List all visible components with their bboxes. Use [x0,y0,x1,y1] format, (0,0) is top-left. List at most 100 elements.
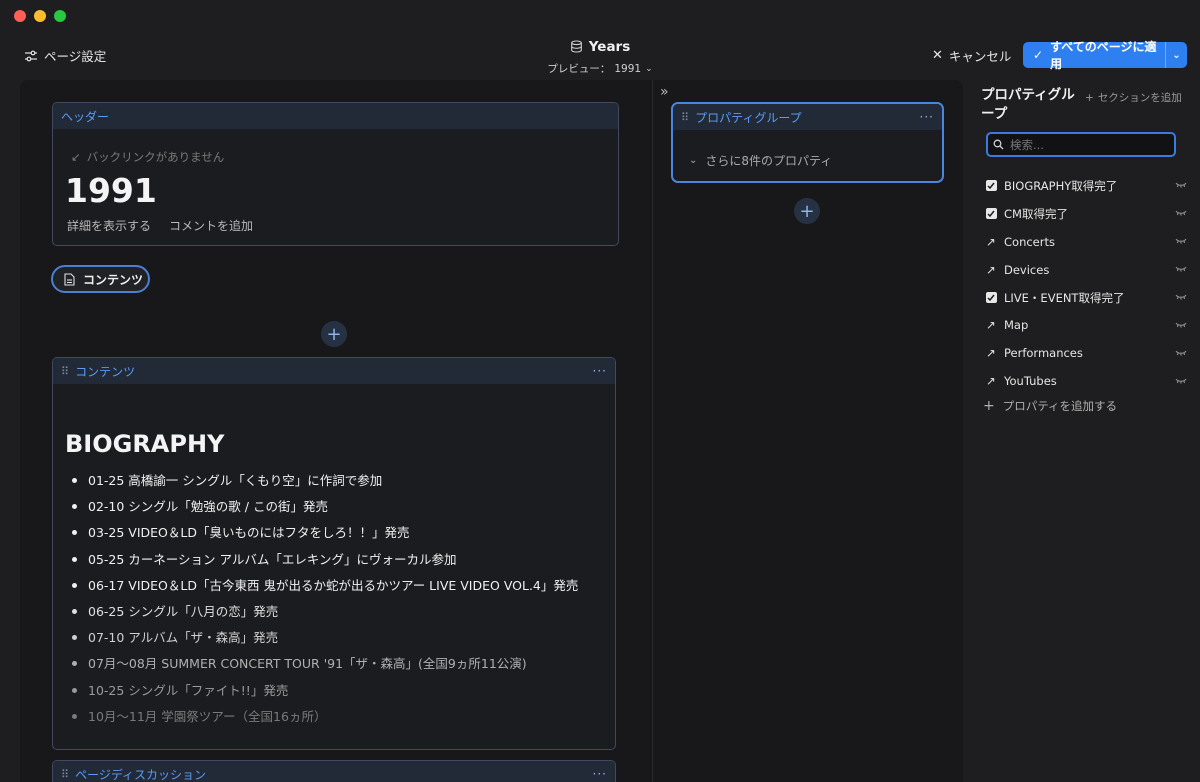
property-search [986,132,1176,157]
property-item[interactable]: ↗ Devices [983,256,1187,284]
cancel-button[interactable]: ✕ キャンセル [932,46,1011,65]
eye-closed-icon[interactable] [1175,236,1187,247]
biography-item: 02-10 シングル「勉強の歌 / この街」発売 [65,494,605,520]
property-item[interactable]: ↗ Map [983,311,1187,339]
check-icon: ✓ [1033,48,1044,62]
close-window-button[interactable] [14,10,26,22]
add-section-button[interactable]: + セクションを追加 [1085,90,1182,105]
chevron-down-icon: ⌄ [689,155,698,166]
database-icon [570,40,582,53]
drag-handle-icon[interactable]: ⠿ [681,111,689,124]
page-settings-button[interactable]: ページ設定 [24,46,106,65]
biography-item: 03-25 VIDEO＆LD「臭いものにはフタをしろ！！」発売 [65,520,605,546]
backlink-info: ↙ バックリンクがありません [71,149,224,165]
more-properties-toggle[interactable]: ⌄ さらに8件のプロパティ [689,152,832,169]
properties-sidebar: プロパティグループ + セクションを追加 BIOGRAPHY取得完了 CM取得完了… [963,80,1200,782]
title-bar [0,0,1200,30]
eye-closed-icon[interactable] [1175,264,1187,275]
apply-options-dropdown[interactable]: ⌄ [1165,42,1187,68]
plus-icon: + [326,323,342,345]
eye-closed-icon[interactable] [1175,208,1187,219]
plus-icon: + [983,398,995,414]
add-property-button[interactable]: + プロパティを追加する [983,398,1117,414]
biography-heading: BIOGRAPHY [65,430,225,458]
drag-handle-icon[interactable]: ⠿ [61,768,69,781]
drag-handle-icon[interactable]: ⠿ [61,365,69,378]
add-block-button[interactable]: + [321,321,347,347]
plus-icon: + [1085,91,1094,104]
apply-label: すべてのページに適用 [1050,40,1157,71]
property-group-card[interactable]: ⠿ プロパティグループ ··· ⌄ さらに8件のプロパティ [671,102,944,183]
apply-button-group: ✓ すべてのページに適用 ⌄ [1023,40,1187,71]
more-options-icon[interactable]: ··· [593,767,607,781]
property-name: Devices [1004,262,1050,277]
add-property-group-button[interactable]: + [794,198,820,224]
discussion-card[interactable]: ⠿ ページディスカッション ··· [52,760,616,782]
show-details-link[interactable]: 詳細を表示する [67,217,151,234]
chevron-down-icon: ⌄ [1172,49,1181,61]
content-tab-label: コンテンツ [83,272,144,287]
column-divider [652,80,653,782]
zoom-window-button[interactable] [54,10,66,22]
relation-arrow-icon: ↗ [986,234,996,249]
eye-closed-icon[interactable] [1175,348,1187,359]
eye-closed-icon[interactable] [1175,320,1187,331]
page-title: 1991 [65,171,157,210]
header-actions: 詳細を表示する コメントを追加 [67,217,253,234]
header-card[interactable]: ヘッダー ↙ バックリンクがありません 1991 詳細を表示する コメントを追加 [52,102,619,246]
more-properties-label: さらに8件のプロパティ [705,154,833,168]
discussion-card-head: ⠿ ページディスカッション ··· [53,761,615,782]
cancel-label: キャンセル [948,49,1012,64]
discussion-card-label: ページディスカッション [75,767,206,782]
biography-item: 10-25 シングル「ファイト!!」発売 [65,678,605,704]
contents-card[interactable]: ⠿ コンテンツ ··· BIOGRAPHY 01-25 高橋諭一 シングル「くも… [52,357,616,750]
search-input[interactable] [1010,137,1170,152]
more-options-icon[interactable]: ··· [920,110,934,124]
property-name: Concerts [1004,234,1055,249]
backlink-text: バックリンクがありません [86,150,225,164]
biography-list: 01-25 高橋諭一 シングル「くもり空」に作詞で参加 02-10 シングル「勉強… [65,468,605,730]
property-group-label: プロパティグループ [695,110,802,125]
preview-value: 1991 [614,62,642,75]
eye-closed-icon[interactable] [1175,292,1187,303]
property-item[interactable]: BIOGRAPHY取得完了 [983,172,1187,200]
property-name: Performances [1004,346,1083,361]
preview-selector[interactable]: プレビュー： 1991 ⌄ [500,61,700,76]
property-item[interactable]: ↗ Performances [983,339,1187,367]
layout-canvas: ヘッダー ↙ バックリンクがありません 1991 詳細を表示する コメントを追加… [20,80,963,782]
header-card-label: ヘッダー [61,109,110,124]
property-item[interactable]: CM取得完了 [983,200,1187,228]
biography-item: 10月～11月 学園祭ツアー（全国16ヵ所） [65,704,605,730]
top-toolbar: ページ設定 Years プレビュー： 1991 ⌄ ✕ キャンセル ✓ すべての… [0,30,1200,80]
apply-all-pages-button[interactable]: ✓ すべてのページに適用 [1023,38,1165,72]
content-tab[interactable]: コンテンツ [51,265,150,293]
biography-item: 01-25 高橋諭一 シングル「くもり空」に作詞で参加 [65,468,605,494]
checkbox-icon [983,292,999,303]
collapse-panel-icon[interactable]: » [660,84,669,100]
property-item[interactable]: ↗ Concerts [983,228,1187,256]
property-name: CM取得完了 [1004,206,1068,221]
template-title: Years プレビュー： 1991 ⌄ [500,38,700,76]
relation-arrow-icon: ↗ [986,346,996,361]
property-name: Map [1004,318,1029,333]
biography-item: 06-17 VIDEO＆LD「古今東西 鬼が出るか蛇が出るかツアー LIVE V… [65,573,605,599]
biography-item: 07-10 アルバム「ザ・森高」発売 [65,625,605,651]
property-item[interactable]: ↗ YouTubes [983,367,1187,395]
checkbox-icon [983,208,999,220]
add-comment-link[interactable]: コメントを追加 [169,217,253,234]
property-list: BIOGRAPHY取得完了 CM取得完了 ↗ Concerts ↗ Devices LIVE… [983,172,1187,395]
property-name: BIOGRAPHY取得完了 [1004,178,1118,193]
document-icon [64,272,75,286]
biography-item: 06-25 シングル「八月の恋」発売 [65,599,605,625]
plus-icon: + [799,200,815,222]
more-options-icon[interactable]: ··· [593,364,607,378]
property-item[interactable]: LIVE・EVENT取得完了 [983,284,1187,312]
eye-closed-icon[interactable] [1175,376,1187,387]
eye-closed-icon[interactable] [1175,180,1187,191]
minimize-window-button[interactable] [34,10,46,22]
property-name: YouTubes [1004,374,1057,389]
chevron-down-icon: ⌄ [645,63,653,74]
preview-label: プレビュー： [547,63,611,75]
arrow-down-left-icon: ↙ [71,150,81,164]
relation-arrow-icon: ↗ [986,318,996,333]
